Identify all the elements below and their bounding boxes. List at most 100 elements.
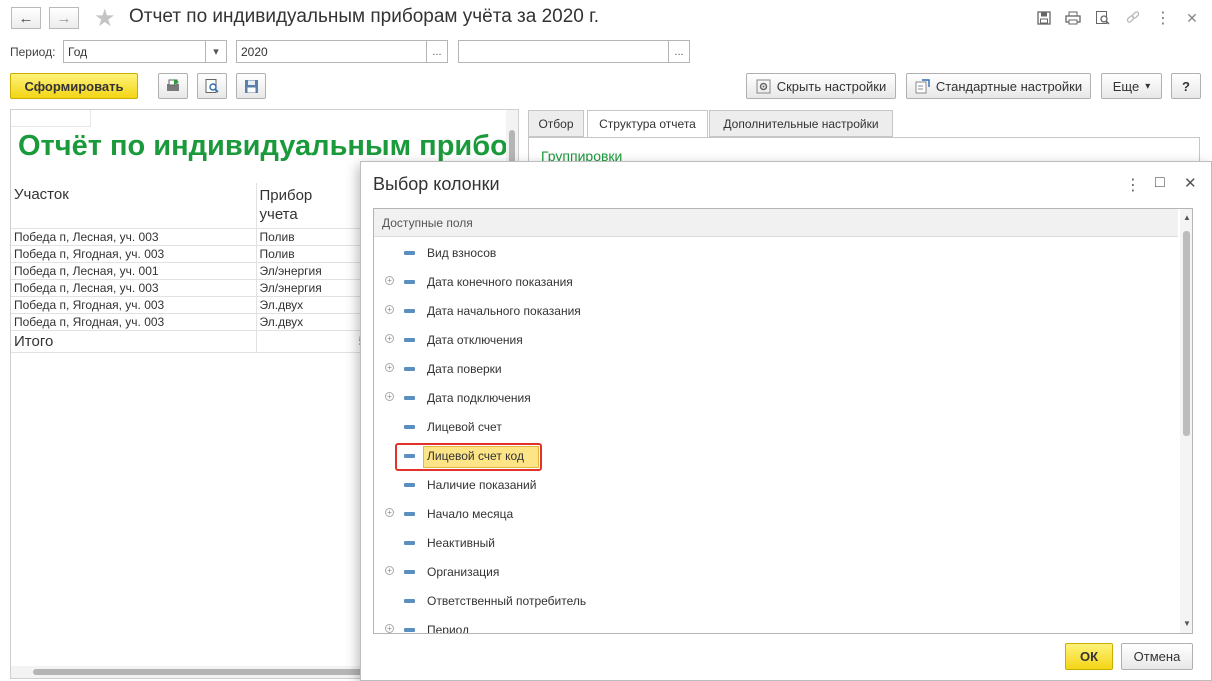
help-button[interactable]: ? [1171,73,1201,99]
tree-item[interactable]: Неактивный [374,529,1178,558]
tree-item-label: Лицевой счет код [427,449,524,463]
maximize-icon[interactable]: □ [1155,174,1165,192]
generate-button[interactable]: Сформировать [10,73,138,99]
period-type-field[interactable]: Год [63,40,206,63]
back-button[interactable]: ← [11,7,41,29]
tree-item[interactable]: + Период [374,616,1178,634]
tree-header: Доступные поля [374,209,1178,237]
cell-meter: Эл/энергия [256,279,371,297]
tree-item-selected[interactable]: Лицевой счет код [374,442,1178,471]
favorite-star-icon[interactable]: ★ [94,4,116,33]
more-button[interactable]: Еще ▾ [1101,73,1162,99]
period-type-dropdown[interactable]: ▾ [205,40,227,63]
cell-plot: Победа п, Лесная, уч. 003 [11,228,257,246]
period-year-select-button[interactable]: ... [426,40,448,63]
scroll-down-icon[interactable]: ▼ [1183,619,1191,628]
tree-item[interactable]: Вид взносов [374,239,1178,268]
tree-item-label: Неактивный [427,536,495,550]
tree-item[interactable]: + Дата конечного показания [374,268,1178,297]
period-extra-select-button[interactable]: ... [668,40,690,63]
standard-settings-icon [915,78,930,93]
expand-icon[interactable]: + [385,508,394,517]
expand-icon[interactable]: + [385,392,394,401]
total-label: Итого [11,330,257,353]
cell-meter: Эл.двух [256,296,371,314]
field-icon [404,599,415,603]
tree-item[interactable]: Лицевой счет [374,413,1178,442]
tab-report-structure[interactable]: Структура отчета [587,110,708,138]
hide-settings-label: Скрыть настройки [776,78,887,94]
field-icon [404,425,415,429]
tree-item-label: Дата конечного показания [427,275,573,289]
tree-item[interactable]: + Дата поверки [374,355,1178,384]
tree-item[interactable]: + Организация [374,558,1178,587]
expand-icon[interactable]: + [385,305,394,314]
scroll-up-icon[interactable]: ▲ [1183,213,1191,222]
table-row: Победа п, Лесная, уч. 001 Эл/энергия [11,262,371,280]
field-icon [404,570,415,574]
save-report-button[interactable] [236,73,266,99]
column-header-plot: Участок [11,183,257,229]
tree-item-label: Наличие показаний [427,478,537,492]
close-window-icon[interactable]: ✕ [1182,8,1202,28]
tree-scroll-thumb[interactable] [1183,231,1190,436]
window-menu-icon[interactable]: ⋮ [1153,8,1173,28]
tree-item[interactable]: Ответственный потребитель [374,587,1178,616]
total-row: Итого 5 [11,330,371,353]
save-window-icon[interactable] [1034,8,1054,28]
expand-icon[interactable]: + [385,334,394,343]
tree-item-label: Период [427,623,470,634]
preview-icon[interactable] [1093,8,1113,28]
preview-report-button[interactable] [197,73,227,99]
magnifier-icon [205,79,219,93]
tree-item[interactable]: + Дата подключения [374,384,1178,413]
close-icon[interactable]: ✕ [1184,174,1197,192]
forward-button[interactable]: → [49,7,79,29]
tree-item-label: Дата подключения [427,391,531,405]
ok-button[interactable]: ОК [1065,643,1113,670]
period-year-field[interactable]: 2020 [236,40,427,63]
dialog-title: Выбор колонки [373,174,500,194]
field-icon [404,628,415,632]
cell-meter: Эл/энергия [256,262,371,280]
expand-icon[interactable]: + [385,276,394,285]
expand-icon[interactable]: + [385,566,394,575]
cancel-button[interactable]: Отмена [1121,643,1193,670]
arrow-left-icon: ← [18,9,34,27]
field-icon [404,280,415,284]
period-extra-field[interactable] [458,40,669,63]
tree-item[interactable]: + Дата отключения [374,326,1178,355]
report-horizontal-scroll-thumb[interactable] [33,669,363,675]
tree-vertical-scrollbar[interactable]: ▲ ▼ [1180,209,1192,633]
tree-item-label: Начало месяца [427,507,514,521]
hide-settings-button[interactable]: Скрыть настройки [746,73,896,99]
table-row: Победа п, Ягодная, уч. 003 Полив [11,245,371,263]
tree-item-label: Ответственный потребитель [427,594,587,608]
tree-item[interactable]: + Начало месяца [374,500,1178,529]
send-report-button[interactable] [158,73,188,99]
standard-settings-button[interactable]: Стандартные настройки [906,73,1091,99]
field-icon [404,483,415,487]
tree-item-label: Лицевой счет [427,420,502,434]
period-label: Период: [10,45,56,59]
tree-item[interactable]: Наличие показаний [374,471,1178,500]
expand-icon[interactable]: + [385,624,394,633]
expand-icon[interactable]: + [385,363,394,372]
cell-plot: Победа п, Лесная, уч. 003 [11,279,257,297]
chevron-down-icon: ▾ [1145,80,1151,92]
tab-filter[interactable]: Отбор [528,110,584,137]
dialog-menu-icon[interactable]: ⋮ [1125,175,1141,195]
print-icon[interactable] [1063,8,1083,28]
link-icon[interactable] [1123,8,1143,28]
tab-additional-settings[interactable]: Дополнительные настройки [709,110,893,137]
cell-meter: Эл.двух [256,313,371,331]
table-row: Победа п, Ягодная, уч. 003 Эл.двух [11,313,371,331]
tree-item[interactable]: + Дата начального показания [374,297,1178,326]
standard-settings-label: Стандартные настройки [935,78,1083,94]
send-icon [167,79,179,91]
table-row: Победа п, Ягодная, уч. 003 Эл.двух [11,296,371,314]
chevron-down-icon: ▾ [213,46,219,58]
available-fields-tree[interactable]: Доступные поля Вид взносов + Дата конечног… [373,208,1193,634]
select-column-dialog: Выбор колонки ⋮ □ ✕ Доступные поля Вид в… [360,161,1212,681]
report-header-cell [11,110,91,127]
